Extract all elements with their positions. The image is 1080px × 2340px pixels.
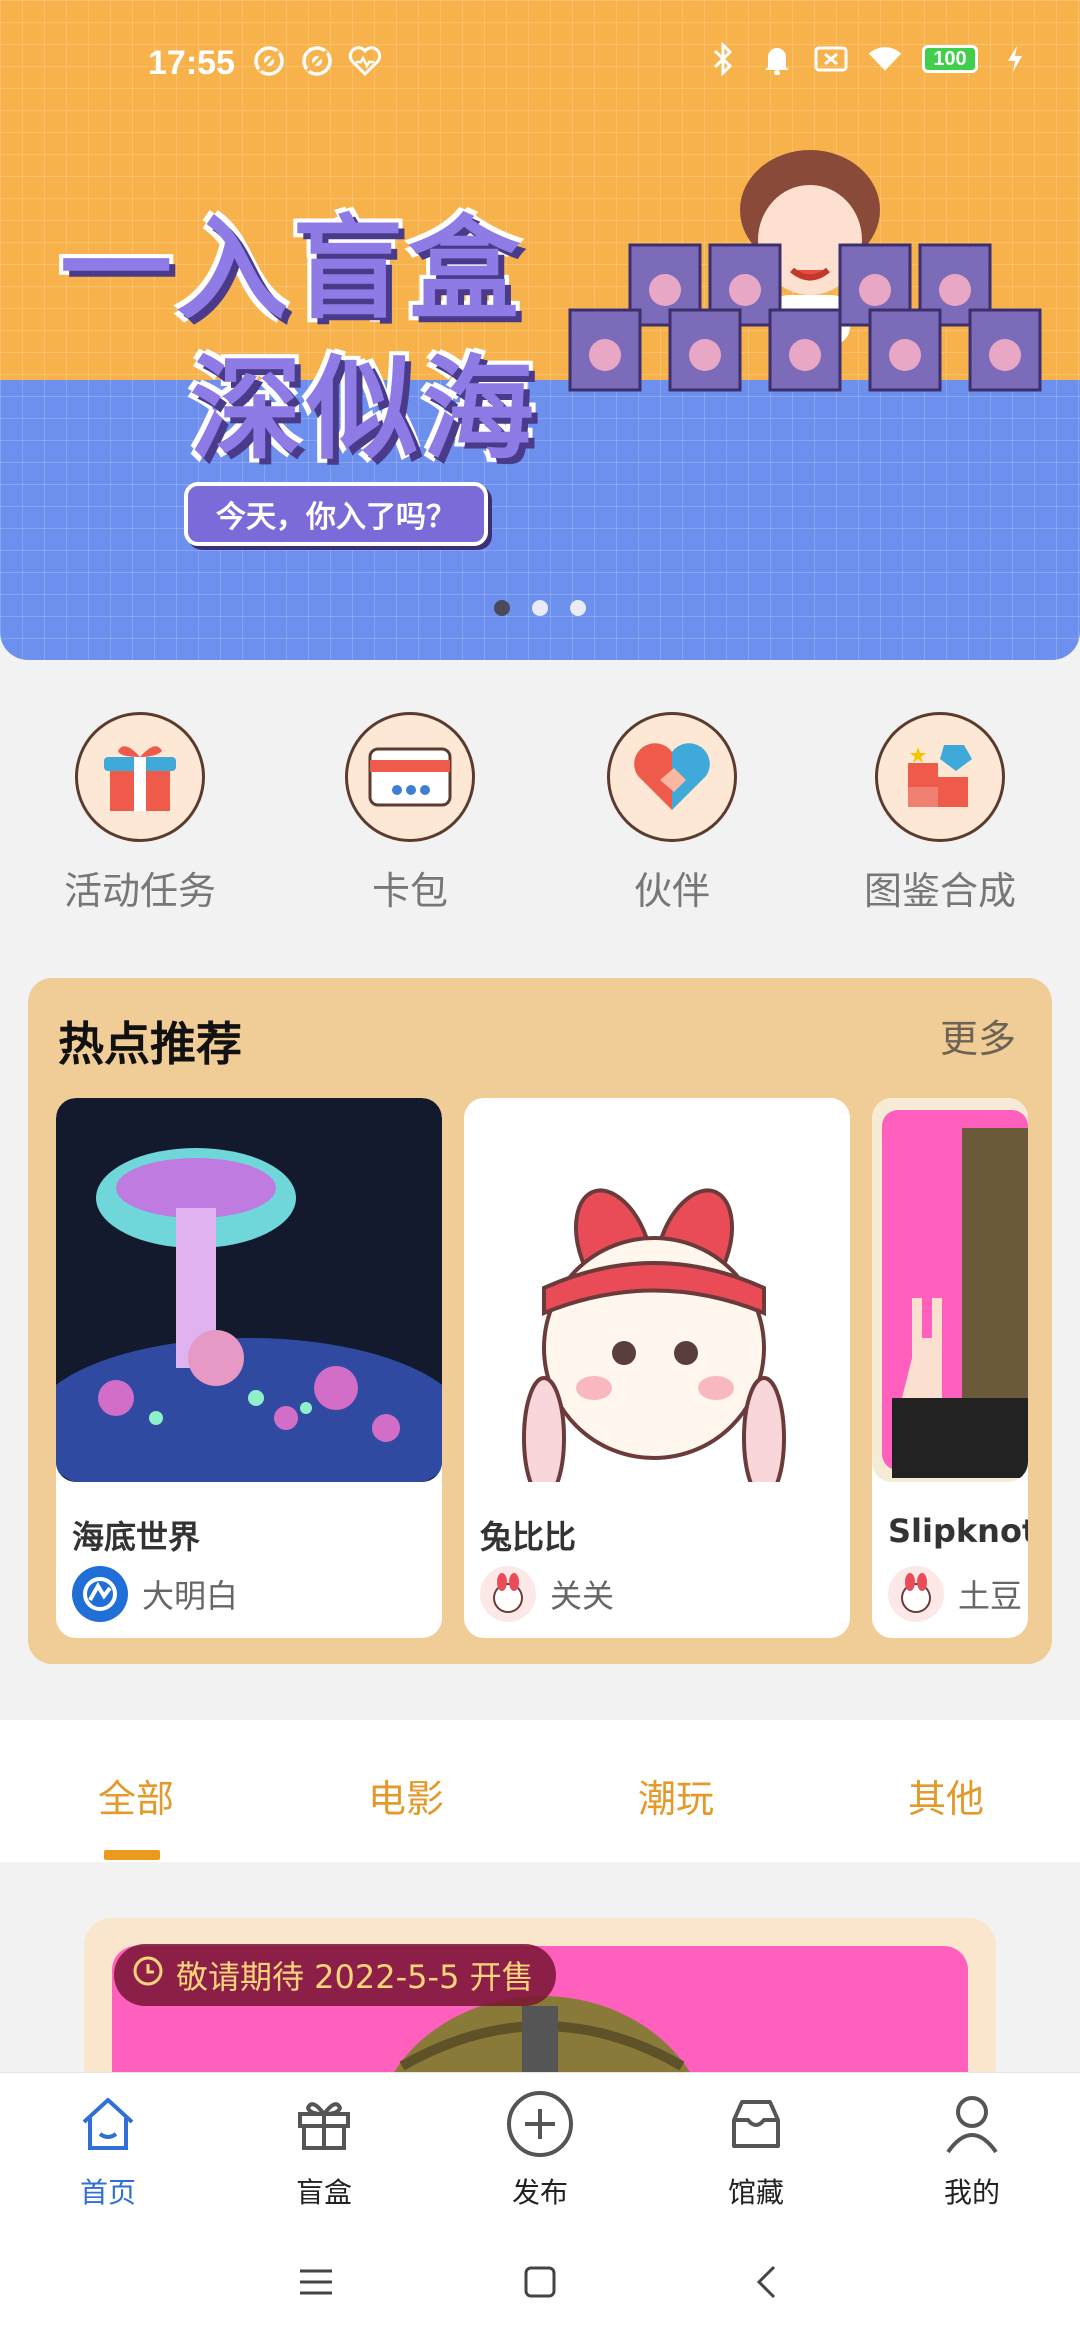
more-link[interactable]: 更多: [940, 1008, 1016, 1063]
card-title: 兔比比: [480, 1518, 577, 1556]
pagination-dot[interactable]: [532, 600, 548, 616]
banner-subtitle: 今天，你入了吗？: [184, 482, 488, 546]
release-badge: 敬请期待 2022-5-5 开售: [114, 1944, 556, 2006]
nav-profile[interactable]: 我的: [864, 2083, 1080, 2211]
plus-circle-icon: [432, 2083, 648, 2165]
card-title: Slipknot: [888, 1512, 1028, 1550]
card-author: 土豆: [888, 1566, 1022, 1622]
charging-icon: [998, 42, 1032, 76]
puzzle-icon: [875, 712, 1005, 842]
quick-action-label: 活动任务: [63, 869, 216, 913]
banner-pagination: [494, 600, 586, 616]
pagination-dot[interactable]: [570, 600, 586, 616]
nav-home[interactable]: 首页: [0, 2083, 216, 2211]
inbox-icon: [648, 2083, 864, 2165]
hot-card[interactable]: Slipknot 土豆: [872, 1098, 1028, 1638]
gift-icon: [216, 2083, 432, 2165]
nav-collection[interactable]: 馆藏: [648, 2083, 864, 2211]
quick-action-card-wallet[interactable]: 卡包: [290, 712, 530, 915]
sim-off-icon: [814, 42, 848, 76]
author-name: 大明白: [142, 1577, 239, 1615]
home-icon: [0, 2083, 216, 2165]
banner-illustration: [568, 150, 1042, 392]
card-image: [464, 1098, 850, 1482]
battery-icon: 100: [922, 45, 978, 73]
system-navigation-bar: [0, 2220, 1080, 2340]
tab-trendy-toys[interactable]: 潮玩: [576, 1768, 776, 1823]
pagination-dot[interactable]: [494, 600, 510, 616]
quick-action-label: 伙伴: [633, 869, 710, 913]
target-icon: [300, 44, 334, 78]
promo-banner[interactable]: 17:55 100 一入盲盒 深似海 今天，你入了吗？: [0, 0, 1080, 660]
quick-action-label: 图鉴合成: [863, 869, 1016, 913]
section-title: 热点推荐: [58, 1017, 242, 1071]
gift-box-icon: [75, 712, 205, 842]
nav-label: 我的: [943, 2176, 1000, 2209]
banner-title: 一入盲盒 深似海: [60, 200, 538, 480]
card-icon: [345, 712, 475, 842]
user-icon: [864, 2083, 1080, 2165]
nav-publish[interactable]: 发布: [432, 2083, 648, 2211]
bottom-navigation: 首页 盲盒 发布 馆藏 我的: [0, 2072, 1080, 2221]
tab-all[interactable]: 全部: [36, 1768, 236, 1823]
nav-label: 发布: [511, 2176, 568, 2209]
status-bar: 17:55 100: [0, 0, 1080, 128]
quick-action-tasks[interactable]: 活动任务: [20, 712, 260, 915]
quick-action-label: 卡包: [371, 869, 448, 913]
nav-blind-box[interactable]: 盲盒: [216, 2083, 432, 2211]
target-icon: [252, 44, 286, 78]
heart-icon: [348, 44, 382, 78]
avatar: [888, 1566, 944, 1622]
card-author: 关关: [480, 1566, 614, 1622]
hot-card[interactable]: 海底世界 大明白: [56, 1098, 442, 1638]
clock-icon: [132, 1955, 164, 1995]
status-time: 17:55: [148, 44, 235, 82]
bell-icon: [760, 42, 794, 76]
author-name: 土豆: [958, 1577, 1023, 1615]
home-square-icon[interactable]: [510, 2252, 570, 2312]
avatar: [480, 1566, 536, 1622]
card-title: 海底世界: [72, 1518, 201, 1556]
avatar: [72, 1566, 128, 1622]
nav-label: 盲盒: [295, 2176, 352, 2209]
hot-recommend-section: 热点推荐 更多 海底世界 大明白 兔比比 关关 Slipknot 土豆: [28, 978, 1052, 1664]
bluetooth-icon: [706, 42, 740, 76]
tab-other[interactable]: 其他: [846, 1768, 1046, 1823]
release-badge-text: 敬请期待 2022-5-5 开售: [176, 1958, 534, 1996]
quick-action-collection-synthesis[interactable]: 图鉴合成: [820, 712, 1060, 915]
wifi-icon: [868, 42, 902, 76]
heart-handshake-icon: [607, 712, 737, 842]
nav-label: 首页: [79, 2176, 136, 2209]
card-author: 大明白: [72, 1566, 238, 1622]
author-name: 关关: [550, 1577, 615, 1615]
quick-action-partners[interactable]: 伙伴: [552, 712, 792, 915]
quick-actions: 活动任务 卡包 伙伴 图鉴合成: [0, 712, 1080, 922]
category-tabs: 全部 电影 潮玩 其他: [0, 1720, 1080, 1862]
hot-card[interactable]: 兔比比 关关: [464, 1098, 850, 1638]
card-image: [56, 1098, 442, 1482]
menu-icon[interactable]: [286, 2252, 346, 2312]
active-tab-indicator: [104, 1850, 160, 1860]
tab-movie[interactable]: 电影: [306, 1768, 506, 1823]
hot-card-list: 海底世界 大明白 兔比比 关关 Slipknot 土豆: [56, 1098, 1052, 1638]
banner-title-line1: 一入盲盒: [60, 205, 524, 335]
banner-title-line2: 深似海: [190, 345, 538, 475]
card-image: [872, 1098, 1028, 1482]
back-icon[interactable]: [736, 2252, 796, 2312]
nav-label: 馆藏: [727, 2176, 784, 2209]
